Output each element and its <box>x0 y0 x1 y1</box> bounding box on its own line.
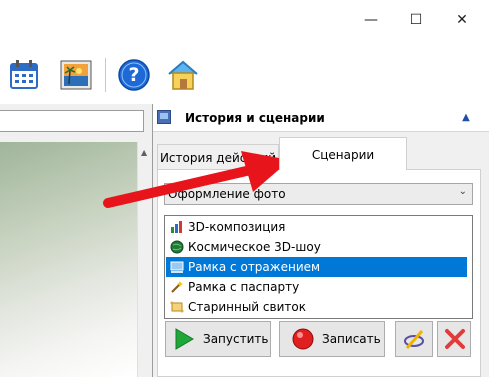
category-dropdown[interactable]: Оформление фото ⌄ <box>164 183 473 205</box>
chart-3d-icon <box>171 221 182 233</box>
collapse-up-icon[interactable]: ▲ <box>458 110 474 126</box>
home-button[interactable] <box>166 58 200 92</box>
tab-strip: История действий Сценарии <box>153 132 489 170</box>
list-item-label: Старинный свиток <box>188 300 306 314</box>
record-button-label: Записать <box>322 332 381 346</box>
preview-pane: ▲ <box>0 104 152 377</box>
run-button-label: Запустить <box>203 332 269 346</box>
toolbar: ? <box>0 44 489 104</box>
minimize-icon: — <box>364 12 378 28</box>
chevron-down-icon: ⌄ <box>458 186 467 197</box>
list-item[interactable]: 3D-композиция <box>166 217 467 237</box>
wand-icon <box>171 281 183 293</box>
toolbar-separator <box>105 58 106 92</box>
maximize-icon: ☐ <box>409 12 423 28</box>
tab-history-label: История действий <box>159 151 277 165</box>
record-icon <box>292 328 314 350</box>
close-icon: ✕ <box>456 12 468 28</box>
maximize-button[interactable]: ☐ <box>393 0 439 40</box>
history-scenarios-panel: История и сценарии ▲ История действий Сц… <box>153 104 489 377</box>
photo-preview <box>0 142 137 377</box>
scenario-actions: Запустить Записать <box>157 321 487 361</box>
run-button[interactable]: Запустить <box>165 321 271 357</box>
calendar-icon <box>10 60 38 89</box>
home-icon <box>168 60 198 90</box>
preview-scrollbar[interactable]: ▲ <box>137 142 152 377</box>
globe-icon <box>170 240 184 254</box>
scroll-up-arrow-icon[interactable]: ▲ <box>141 148 147 157</box>
scenario-list: 3D-композиция Космическое 3D-шоу Рамка с… <box>164 215 473 319</box>
delete-icon <box>445 329 465 349</box>
help-button[interactable]: ? <box>117 58 151 92</box>
list-item-label: Рамка с паспарту <box>188 280 300 294</box>
list-item-label: Рамка с отражением <box>188 260 321 274</box>
play-icon <box>175 328 194 350</box>
edit-scenario-button[interactable] <box>395 321 433 357</box>
window-titlebar: — ☐ ✕ <box>0 0 489 44</box>
delete-scenario-button[interactable] <box>437 321 471 357</box>
photo-icon <box>60 60 92 90</box>
frame-reflection-icon <box>170 261 184 273</box>
category-dropdown-value: Оформление фото <box>168 187 286 201</box>
list-item-label: 3D-композиция <box>188 220 286 234</box>
scroll-icon <box>170 301 184 313</box>
close-button[interactable]: ✕ <box>439 0 485 40</box>
list-item[interactable]: Старинный свиток <box>166 297 467 317</box>
path-input[interactable] <box>0 110 144 132</box>
record-button[interactable]: Записать <box>279 321 385 357</box>
minimize-button[interactable]: — <box>348 0 394 40</box>
panel-title: История и сценарии <box>185 111 325 125</box>
tab-scenarios-label: Сценарии <box>311 148 375 162</box>
photo-button[interactable] <box>59 58 93 92</box>
list-item[interactable]: Рамка с паспарту <box>166 277 467 297</box>
tab-scenarios[interactable]: Сценарии <box>279 137 407 170</box>
list-item[interactable]: Космическое 3D-шоу <box>166 237 467 257</box>
edit-scenario-icon <box>404 330 424 349</box>
panel-header: История и сценарии ▲ <box>153 104 489 132</box>
tab-history[interactable]: История действий <box>157 144 279 170</box>
help-glyph: ? <box>128 64 140 86</box>
calendar-button[interactable] <box>8 58 42 92</box>
panel-window-icon <box>157 110 171 124</box>
list-item-label: Космическое 3D-шоу <box>188 240 321 254</box>
list-item-selected[interactable]: Рамка с отражением <box>166 257 467 277</box>
